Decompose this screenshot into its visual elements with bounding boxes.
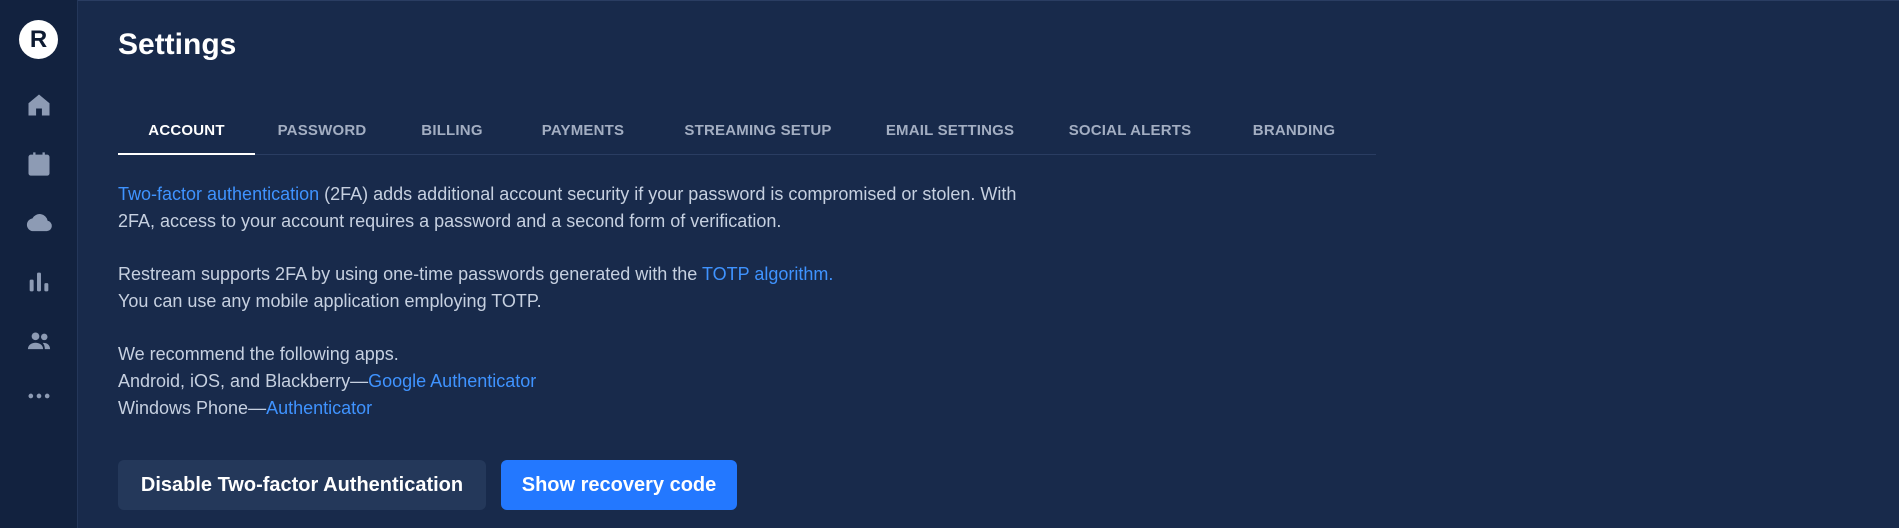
analytics-icon[interactable] [21, 264, 57, 300]
disable-2fa-button[interactable]: Disable Two-factor Authentication [118, 460, 486, 510]
settings-tabs: ACCOUNT PASSWORD BILLING PAYMENTS STREAM… [118, 106, 1376, 155]
tab-payments[interactable]: PAYMENTS [532, 106, 634, 154]
apps-intro: We recommend the following apps. [118, 344, 399, 364]
tab-social-alerts[interactable]: SOCIAL ALERTS [1066, 106, 1194, 154]
tab-billing[interactable]: BILLING [413, 106, 491, 154]
home-icon[interactable] [21, 87, 57, 123]
calendar-icon[interactable] [21, 146, 57, 182]
more-icon[interactable] [21, 378, 57, 414]
logo-letter: R [29, 25, 48, 53]
sidebar: R [0, 0, 78, 528]
apps-paragraph: We recommend the following apps. Android,… [118, 341, 1118, 422]
two-factor-description: Two-factor authentication (2FA) adds add… [118, 181, 1118, 448]
tab-account[interactable]: ACCOUNT [118, 106, 255, 155]
restream-logo[interactable]: R [19, 20, 58, 59]
tab-streaming-setup[interactable]: STREAMING SETUP [682, 106, 834, 154]
google-authenticator-link[interactable]: Google Authenticator [368, 371, 536, 391]
team-icon[interactable] [21, 323, 57, 359]
cloud-icon[interactable] [21, 205, 57, 241]
tab-email-settings[interactable]: EMAIL SETTINGS [881, 106, 1019, 154]
page-title: Settings [118, 28, 237, 61]
android-apps-text: Android, iOS, and Blackberry— [118, 371, 369, 391]
totp-paragraph: Restream supports 2FA by using one-time … [118, 261, 1118, 315]
windows-phone-text: Windows Phone— [118, 398, 267, 418]
show-recovery-code-button[interactable]: Show recovery code [501, 460, 737, 510]
two-factor-link[interactable]: Two-factor authentication [118, 184, 319, 204]
totp-text: Restream supports 2FA by using one-time … [118, 264, 702, 284]
top-divider [78, 0, 1899, 1]
intro-text-continued: 2FA, access to your account requires a p… [118, 211, 782, 231]
totp-text-continued: You can use any mobile application emplo… [118, 291, 542, 311]
intro-text: (2FA) adds additional account security i… [319, 184, 1017, 204]
tab-branding[interactable]: BRANDING [1242, 106, 1346, 154]
authenticator-link[interactable]: Authenticator [266, 398, 372, 418]
tab-password[interactable]: PASSWORD [273, 106, 371, 154]
totp-link[interactable]: TOTP algorithm. [702, 264, 833, 284]
intro-paragraph: Two-factor authentication (2FA) adds add… [118, 181, 1118, 235]
